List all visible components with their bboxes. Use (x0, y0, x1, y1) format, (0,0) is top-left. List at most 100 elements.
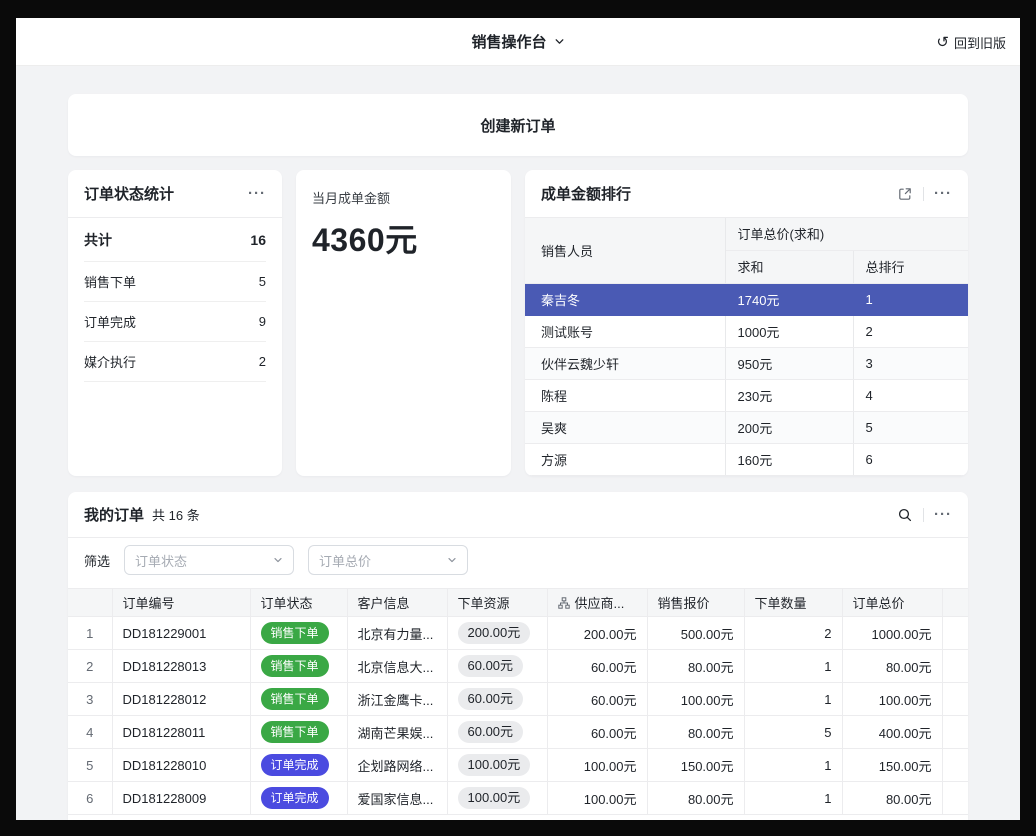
status-badge: 销售下单 (261, 622, 329, 644)
sales-quote: 150.00元 (647, 749, 744, 782)
status-badge: 订单完成 (261, 754, 329, 776)
orders-count: 共 16 条 (152, 505, 200, 524)
order-qty: 1 (744, 749, 842, 782)
extra-cell (942, 749, 968, 782)
status-value: 5 (259, 274, 266, 289)
supplier-price: 100.00元 (547, 782, 647, 815)
supplier-price: 60.00元 (547, 650, 647, 683)
status-row[interactable]: 订单完成 9 (84, 302, 266, 342)
app-window: 销售操作台 ↺ 回到旧版 创建新订单 订单状态统计 ··· (16, 18, 1020, 820)
col-qty: 下单数量 (744, 589, 842, 617)
order-no: DD181228009 (112, 782, 250, 815)
more-icon[interactable]: ··· (934, 507, 952, 522)
col-resource: 下单资源 (447, 589, 547, 617)
order-qty: 5 (744, 716, 842, 749)
order-row[interactable]: 2 DD181228013 销售下单 北京信息大... 60.00元 60.00… (68, 650, 968, 683)
my-orders-title: 我的订单 (84, 504, 144, 525)
order-row[interactable]: 1 DD181229001 销售下单 北京有力量... 200.00元 200.… (68, 617, 968, 650)
person-name: 测试账号 (525, 315, 725, 347)
supplier-price: 60.00元 (547, 683, 647, 716)
back-to-old-version-link[interactable]: ↺ 回到旧版 (936, 18, 1006, 66)
export-icon[interactable] (897, 186, 913, 202)
back-to-old-version-label: 回到旧版 (954, 33, 1006, 52)
resource-tag: 60.00元 (458, 721, 524, 744)
customer-info: 北京有力量... (347, 617, 447, 650)
status-value: 9 (259, 314, 266, 329)
rank-value: 1 (853, 283, 968, 315)
status-row-total[interactable]: 共计 16 (84, 218, 266, 262)
customer-info: 浙江金鹰卡... (347, 683, 447, 716)
more-icon[interactable]: ··· (248, 186, 266, 201)
customer-info: 爱国家信息... (347, 782, 447, 815)
sum-value: 200元 (725, 411, 853, 443)
status-badge: 销售下单 (261, 721, 329, 743)
more-icon[interactable]: ··· (934, 186, 952, 201)
customer-info: 湖南芒果娱... (347, 716, 447, 749)
row-number: 5 (68, 749, 112, 782)
col-extra (942, 589, 968, 617)
monthly-amount-card: 当月成单金额 4360元 (296, 170, 511, 476)
sum-value: 950元 (725, 347, 853, 379)
order-qty: 1 (744, 650, 842, 683)
page-title: 销售操作台 (471, 31, 546, 52)
order-row[interactable]: 4 DD181228011 销售下单 湖南芒果娱... 60.00元 60.00… (68, 716, 968, 749)
resource-tag: 100.00元 (458, 787, 531, 810)
resource-tag: 60.00元 (458, 688, 524, 711)
order-row[interactable]: 5 DD181228010 订单完成 企划路网络... 100.00元 100.… (68, 749, 968, 782)
extra-cell (942, 617, 968, 650)
person-name: 伙伴云魏少轩 (525, 347, 725, 379)
customer-info: 北京信息大... (347, 650, 447, 683)
order-qty: 1 (744, 782, 842, 815)
status-row[interactable]: 媒介执行 2 (84, 342, 266, 382)
rank-value: 6 (853, 443, 968, 475)
status-label: 媒介执行 (84, 352, 136, 371)
resource-tag: 100.00元 (458, 754, 531, 777)
ranking-row[interactable]: 方源 160元 6 (525, 443, 968, 475)
col-total: 订单总价 (842, 589, 942, 617)
order-total: 400.00元 (842, 716, 942, 749)
create-order-label: 创建新订单 (480, 115, 555, 136)
row-number: 6 (68, 782, 112, 815)
col-customer: 客户信息 (347, 589, 447, 617)
order-qty: 2 (744, 617, 842, 650)
ranking-row[interactable]: 测试账号 1000元 2 (525, 315, 968, 347)
status-value: 2 (259, 354, 266, 369)
workspace-switcher[interactable]: 销售操作台 (471, 31, 564, 52)
search-icon[interactable] (897, 507, 913, 523)
divider (923, 187, 924, 201)
order-total: 80.00元 (842, 782, 942, 815)
chevron-down-icon (447, 555, 457, 565)
create-order-button[interactable]: 创建新订单 (68, 94, 968, 156)
ranking-row[interactable]: 秦吉冬 1740元 1 (525, 283, 968, 315)
resource-tag: 60.00元 (458, 655, 524, 678)
status-label: 订单完成 (84, 312, 136, 331)
person-name: 陈程 (525, 379, 725, 411)
order-no: DD181228013 (112, 650, 250, 683)
status-badge: 销售下单 (261, 655, 329, 677)
ranking-row[interactable]: 伙伴云魏少轩 950元 3 (525, 347, 968, 379)
customer-info: 企划路网络... (347, 749, 447, 782)
person-name: 吴爽 (525, 411, 725, 443)
order-no: DD181229001 (112, 617, 250, 650)
order-qty: 1 (744, 683, 842, 716)
rank-value: 2 (853, 315, 968, 347)
supplier-price: 60.00元 (547, 716, 647, 749)
order-no: DD181228010 (112, 749, 250, 782)
ranking-row[interactable]: 陈程 230元 4 (525, 379, 968, 411)
extra-cell (942, 716, 968, 749)
status-value: 16 (250, 232, 266, 248)
ranking-col-sum: 求和 (725, 250, 853, 283)
ranking-row[interactable]: 吴爽 200元 5 (525, 411, 968, 443)
chevron-down-icon (273, 555, 283, 565)
row-number: 1 (68, 617, 112, 650)
order-row[interactable]: 6 DD181228009 订单完成 爱国家信息... 100.00元 100.… (68, 782, 968, 815)
ranking-card: 成单金额排行 ··· 销售人员 订单总价(求和) (525, 170, 968, 476)
filter-select-order-status[interactable]: 订单状态 (124, 545, 294, 575)
order-row[interactable]: 3 DD181228012 销售下单 浙江金鹰卡... 60.00元 60.00… (68, 683, 968, 716)
col-supplier-label: 供应商... (575, 593, 625, 612)
status-row[interactable]: 销售下单 5 (84, 262, 266, 302)
ranking-col-group: 订单总价(求和) (725, 218, 968, 250)
row-number: 4 (68, 716, 112, 749)
monthly-amount-label: 当月成单金额 (312, 188, 495, 207)
filter-select-order-total[interactable]: 订单总价 (308, 545, 468, 575)
